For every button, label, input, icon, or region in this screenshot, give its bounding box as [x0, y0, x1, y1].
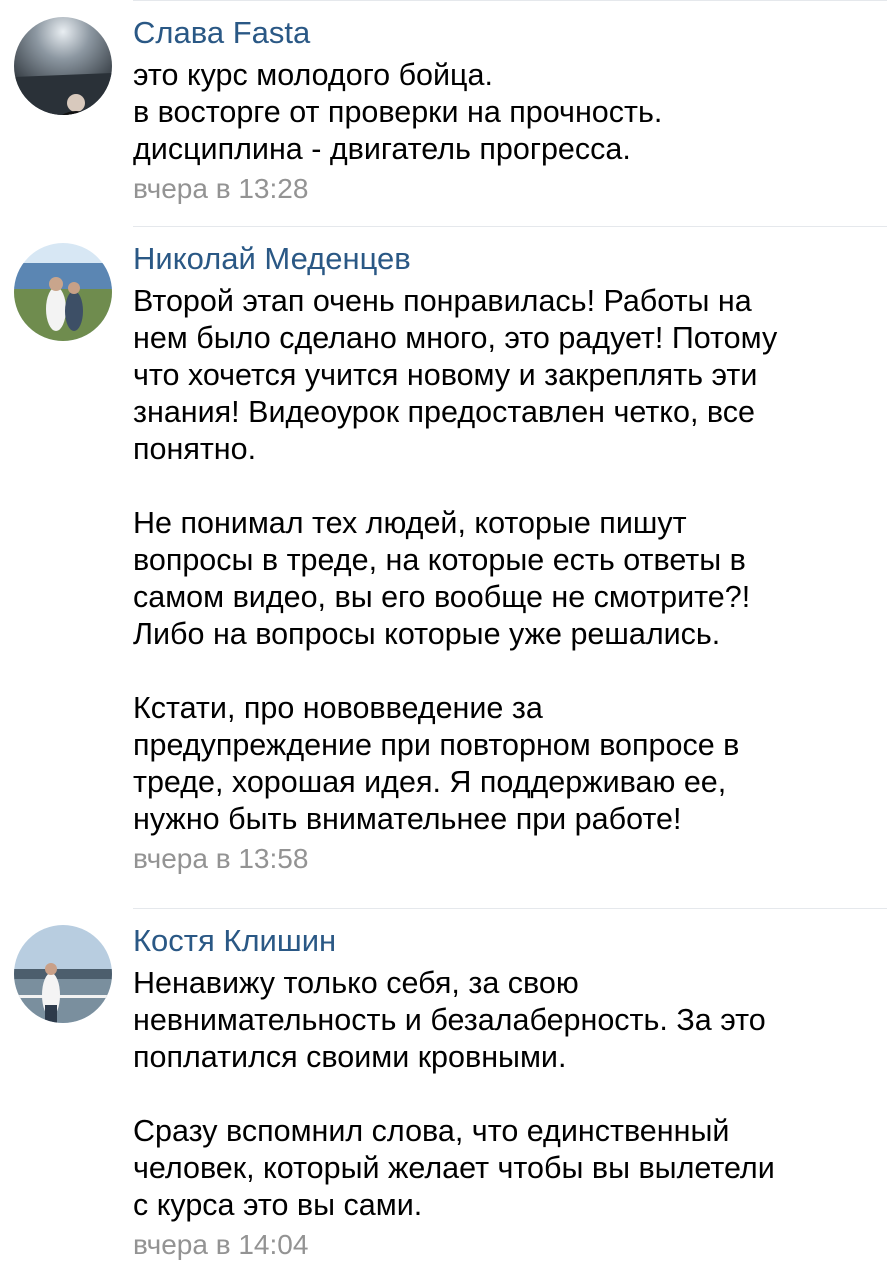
comment-item: Николай Меденцев Второй этап очень понра…	[0, 226, 887, 908]
comment-timestamp[interactable]: вчера в 13:58	[133, 841, 308, 877]
comment-item: Костя Клишин Ненавижу только себя, за св…	[0, 908, 887, 1280]
avatar-image	[14, 17, 112, 115]
comment-paragraph: Кстати, про нововведение за предупрежден…	[133, 691, 740, 836]
comment-timestamp[interactable]: вчера в 13:28	[133, 171, 308, 207]
comment-separator	[133, 226, 887, 227]
comment-paragraph: Не понимал тех людей, которые пишут вопр…	[133, 506, 751, 651]
comment-text: это курс молодого бойца. в восторге от п…	[133, 57, 863, 168]
author-avatar[interactable]	[14, 243, 112, 341]
comment-separator	[133, 0, 887, 1]
comment-separator	[133, 908, 887, 909]
comment-paragraph: Ненавижу только себя, за свою невнимател…	[133, 966, 766, 1074]
comment-text: Второй этап очень понравилась! Работы на…	[133, 283, 863, 838]
author-name[interactable]: Николай Меденцев	[133, 240, 863, 277]
comment-paragraph: Второй этап очень понравилась! Работы на…	[133, 284, 778, 466]
author-avatar[interactable]	[14, 17, 112, 115]
comment-text: Ненавижу только себя, за свою невнимател…	[133, 965, 863, 1224]
comment-paragraph: это курс молодого бойца. в восторге от п…	[133, 58, 663, 166]
comment-item: Слава Fasta это курс молодого бойца. в в…	[0, 0, 887, 226]
avatar-image	[14, 925, 112, 1023]
author-avatar[interactable]	[14, 925, 112, 1023]
author-name[interactable]: Костя Клишин	[133, 922, 863, 959]
avatar-image	[14, 243, 112, 341]
author-name[interactable]: Слава Fasta	[133, 14, 863, 51]
comment-paragraph: Сразу вспомнил слова, что единственный ч…	[133, 1114, 775, 1222]
comment-timestamp[interactable]: вчера в 14:04	[133, 1227, 308, 1263]
